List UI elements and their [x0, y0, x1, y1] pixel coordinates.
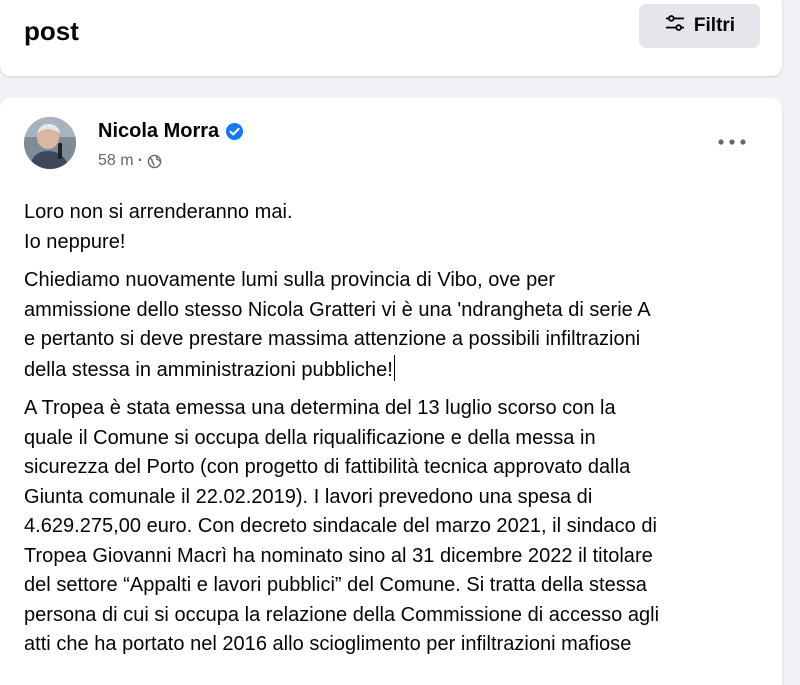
post-line: 4.629.275,00 euro. Con decreto sindacale…: [24, 515, 657, 537]
post-line: Tropea Giovanni Macrì ha nominato sino a…: [24, 544, 653, 567]
page-title: post: [24, 16, 79, 46]
sliders-icon: [664, 12, 686, 40]
post-line: e pertanto si deve prestare massima atte…: [24, 328, 641, 350]
header-card: post Filtri: [0, 0, 782, 76]
post-line: Giunta comunale il 22.02.2019). I lavori…: [24, 485, 593, 508]
post-paragraph: Chiediamo nuovamente lumi sulla provinci…: [24, 266, 764, 385]
post-text: Loro non si arrenderanno mai. Io neppure…: [24, 198, 764, 669]
post-meta: 58 m ·: [98, 152, 162, 170]
post-paragraph: A Tropea è stata emessa una determina de…: [24, 394, 764, 660]
filter-button[interactable]: Filtri: [639, 4, 760, 48]
post-line: quale il Comune si occupa della riqualif…: [24, 426, 596, 449]
post-line: Io neppure!: [24, 230, 126, 253]
post-line: del settore “Appalti e lavori pubblici” …: [24, 574, 647, 596]
post-line: ammissione dello stesso Nicola Gratteri …: [24, 298, 651, 321]
verified-badge-icon: [225, 122, 244, 141]
text-caret: [393, 354, 395, 381]
post-line: sicurezza del Porto (con progetto di fat…: [24, 456, 631, 478]
post-paragraph: Loro non si arrenderanno mai. Io neppure…: [24, 198, 764, 257]
more-horizontal-icon: [717, 133, 747, 151]
post-line: della stessa in amministrazioni pubblich…: [24, 358, 393, 381]
post-line: Loro non si arrenderanno mai.: [24, 201, 293, 223]
more-options-button[interactable]: [712, 130, 752, 154]
author-name[interactable]: Nicola Morra: [98, 120, 244, 143]
post-line: atti che ha portato nel 2016 allo sciogl…: [24, 633, 632, 655]
post-timestamp[interactable]: 58 m: [98, 152, 134, 170]
post-card: Nicola Morra 58 m · Loro non si arrender…: [0, 98, 782, 685]
avatar[interactable]: [24, 117, 76, 169]
meta-separator: ·: [137, 152, 143, 169]
post-line: persona di cui si occupa la relazione de…: [24, 603, 660, 626]
post-line-with-caret: della stessa in amministrazioni pubblich…: [24, 354, 764, 386]
globe-icon[interactable]: [147, 154, 162, 169]
post-line: A Tropea è stata emessa una determina de…: [24, 397, 616, 419]
filter-button-label: Filtri: [693, 15, 736, 36]
post-line: Chiediamo nuovamente lumi sulla provinci…: [24, 269, 556, 291]
author-name-label: Nicola Morra: [98, 120, 220, 142]
